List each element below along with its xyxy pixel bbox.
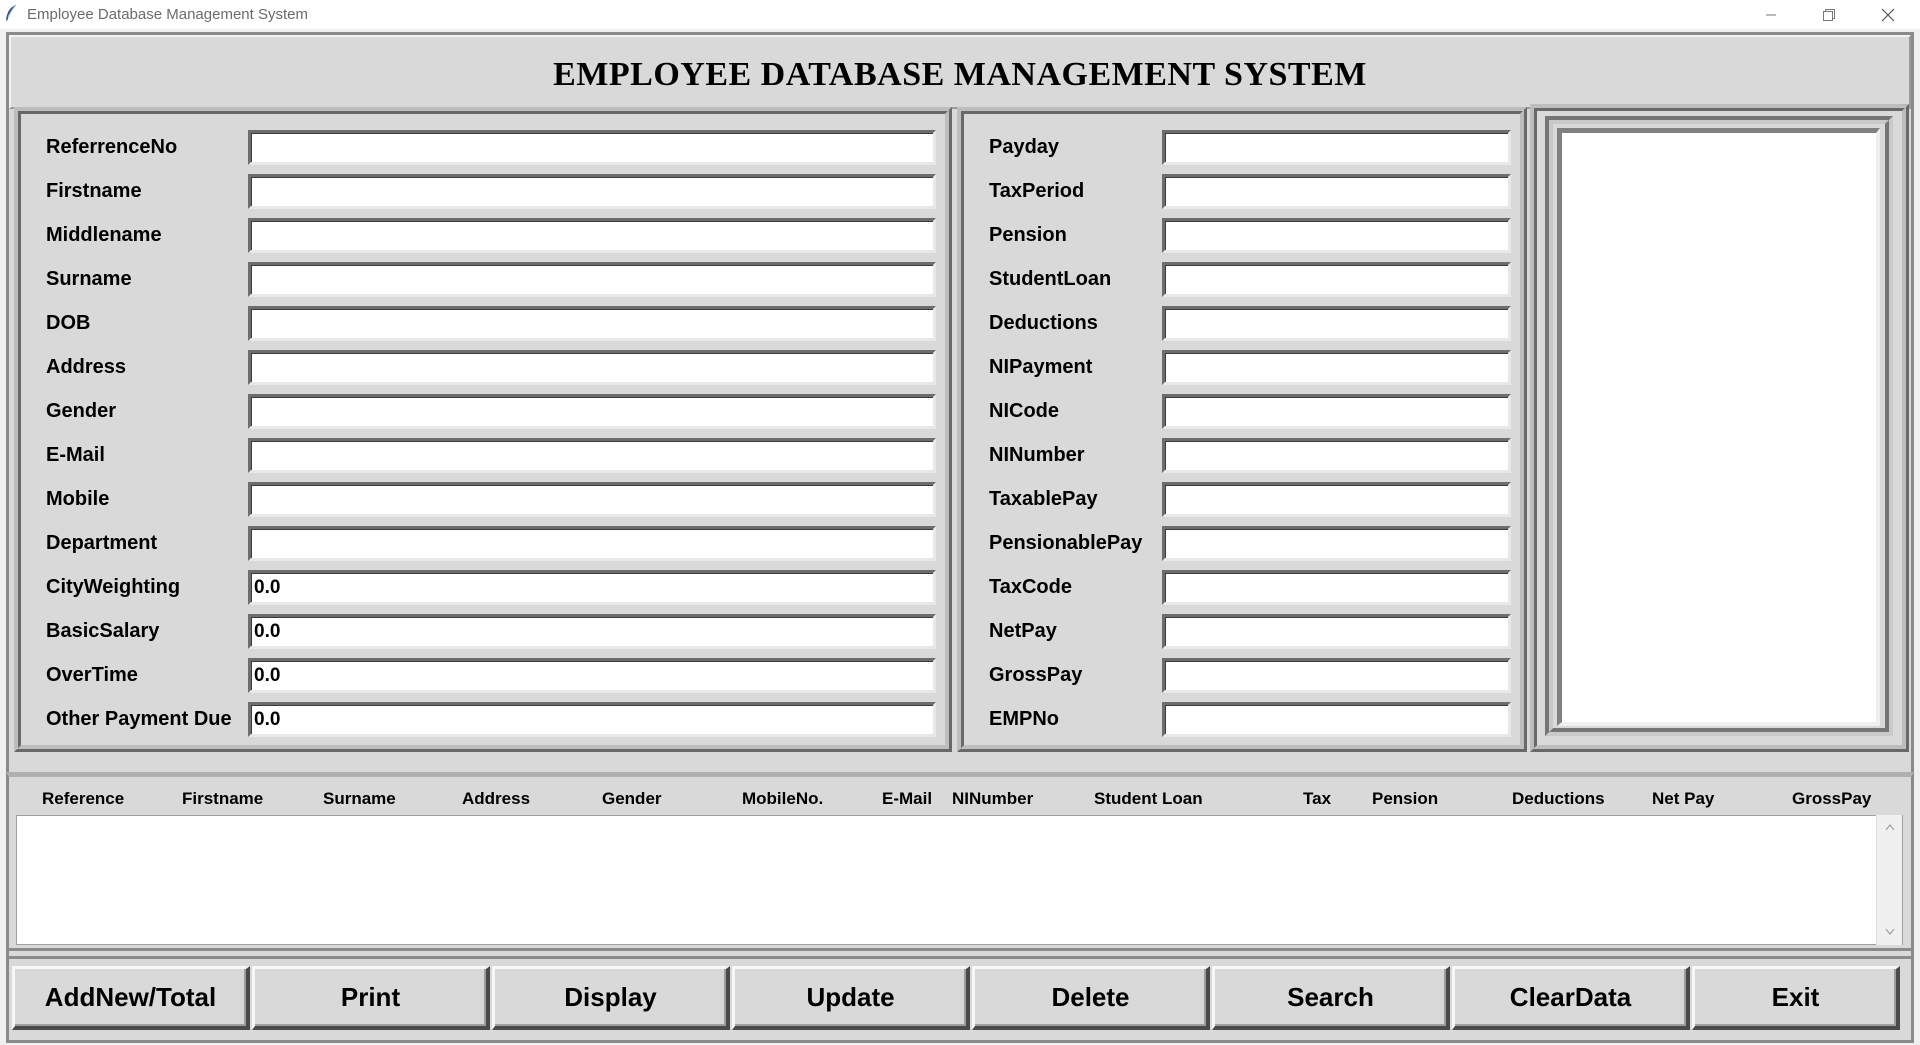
cleardata-button[interactable]: ClearData (1452, 966, 1690, 1030)
label-empno: EMPNo (989, 708, 1059, 730)
label-middlename: Middlename (46, 224, 162, 246)
input-surname[interactable] (248, 262, 936, 297)
input-studentloan[interactable] (1162, 262, 1511, 297)
records-listbox[interactable] (16, 815, 1903, 945)
label-gender: Gender (46, 400, 117, 422)
input-gender[interactable] (248, 394, 936, 429)
column-header-grosspay[interactable]: GrossPay (1792, 789, 1871, 809)
display-textbox[interactable] (1557, 128, 1880, 726)
scroll-up-arrow-icon[interactable] (1885, 823, 1895, 831)
input-grosspay[interactable] (1162, 658, 1511, 693)
restore-icon (1823, 8, 1835, 21)
label-grosspay: GrossPay (989, 664, 1083, 686)
label-nipayment: NIPayment (989, 356, 1093, 378)
label-surname: Surname (46, 268, 132, 290)
column-header-e-mail[interactable]: E-Mail (882, 789, 932, 809)
label-studentloan: StudentLoan (989, 268, 1112, 290)
label-overtime: OverTime (46, 664, 138, 686)
column-header-reference[interactable]: Reference (42, 789, 124, 809)
input-dob[interactable] (248, 306, 936, 341)
label-mobile: Mobile (46, 488, 110, 510)
input-nicode[interactable] (1162, 394, 1511, 429)
column-header-mobileno[interactable]: MobileNo. (742, 789, 823, 809)
label-e-mail: E-Mail (46, 444, 105, 466)
label-ninumber: NINumber (989, 444, 1085, 466)
label-netpay: NetPay (989, 620, 1057, 642)
column-header-ninumber[interactable]: NINumber (952, 789, 1033, 809)
header-frame: EMPLOYEE DATABASE MANAGEMENT SYSTEM (9, 35, 1911, 109)
minimize-icon (1766, 14, 1776, 15)
column-header-address[interactable]: Address (462, 789, 530, 809)
window-title: Employee Database Management System (27, 6, 308, 23)
label-payday: Payday (989, 136, 1060, 158)
input-e-mail[interactable] (248, 438, 936, 473)
close-icon (1881, 8, 1895, 21)
minimize-button[interactable] (1741, 0, 1801, 29)
input-overtime[interactable]: 0.0 (248, 658, 936, 693)
input-deductions[interactable] (1162, 306, 1511, 341)
label-taxcode: TaxCode (989, 576, 1072, 598)
column-header-pension[interactable]: Pension (1372, 789, 1438, 809)
search-button[interactable]: Search (1212, 966, 1450, 1030)
feather-icon (6, 4, 17, 21)
input-ninumber[interactable] (1162, 438, 1511, 473)
column-header-deductions[interactable]: Deductions (1512, 789, 1605, 809)
label-cityweighting: CityWeighting (46, 576, 181, 598)
label-deductions: Deductions (989, 312, 1098, 334)
input-firstname[interactable] (248, 174, 936, 209)
label-referrenceno: ReferrenceNo (46, 136, 178, 158)
input-basicsalary[interactable]: 0.0 (248, 614, 936, 649)
delete-button[interactable]: Delete (972, 966, 1210, 1030)
label-address: Address (46, 356, 127, 378)
label-nicode: NICode (989, 400, 1059, 422)
update-button[interactable]: Update (732, 966, 970, 1030)
exit-button[interactable]: Exit (1692, 966, 1900, 1030)
column-header-gender[interactable]: Gender (602, 789, 662, 809)
input-nipayment[interactable] (1162, 350, 1511, 385)
input-cityweighting[interactable]: 0.0 (248, 570, 936, 605)
label-dob: DOB (46, 312, 91, 334)
label-firstname: Firstname (46, 180, 142, 202)
input-netpay[interactable] (1162, 614, 1511, 649)
input-department[interactable] (248, 526, 936, 561)
input-pensionablepay[interactable] (1162, 526, 1511, 561)
close-button[interactable] (1858, 0, 1918, 29)
scroll-down-arrow-icon[interactable] (1885, 928, 1895, 936)
column-header-student-loan[interactable]: Student Loan (1094, 789, 1203, 809)
input-taxcode[interactable] (1162, 570, 1511, 605)
label-taxperiod: TaxPeriod (989, 180, 1085, 202)
page-title: EMPLOYEE DATABASE MANAGEMENT SYSTEM (553, 56, 1367, 93)
label-other-payment-due: Other Payment Due (46, 708, 232, 730)
input-pension[interactable] (1162, 218, 1511, 253)
label-basicsalary: BasicSalary (46, 620, 160, 642)
input-taxperiod[interactable] (1162, 174, 1511, 209)
label-pension: Pension (989, 224, 1067, 246)
window-titlebar[interactable]: Employee Database Management System (0, 0, 1920, 29)
addnew-total-button[interactable]: AddNew/Total (12, 966, 250, 1030)
input-referrenceno[interactable] (248, 130, 936, 165)
input-other-payment-due[interactable]: 0.0 (248, 702, 936, 737)
records-scrollbar[interactable] (1876, 815, 1902, 945)
label-department: Department (46, 532, 158, 554)
input-payday[interactable] (1162, 130, 1511, 165)
input-address[interactable] (248, 350, 936, 385)
column-header-firstname[interactable]: Firstname (182, 789, 263, 809)
input-middlename[interactable] (248, 218, 936, 253)
input-taxablepay[interactable] (1162, 482, 1511, 517)
display-button[interactable]: Display (492, 966, 730, 1030)
column-header-net-pay[interactable]: Net Pay (1652, 789, 1714, 809)
column-header-surname[interactable]: Surname (323, 789, 396, 809)
label-taxablepay: TaxablePay (989, 488, 1098, 510)
column-header-tax[interactable]: Tax (1303, 789, 1331, 809)
print-button[interactable]: Print (252, 966, 490, 1030)
input-mobile[interactable] (248, 482, 936, 517)
restore-button[interactable] (1799, 0, 1859, 29)
label-pensionablepay: PensionablePay (989, 532, 1143, 554)
input-empno[interactable] (1162, 702, 1511, 737)
